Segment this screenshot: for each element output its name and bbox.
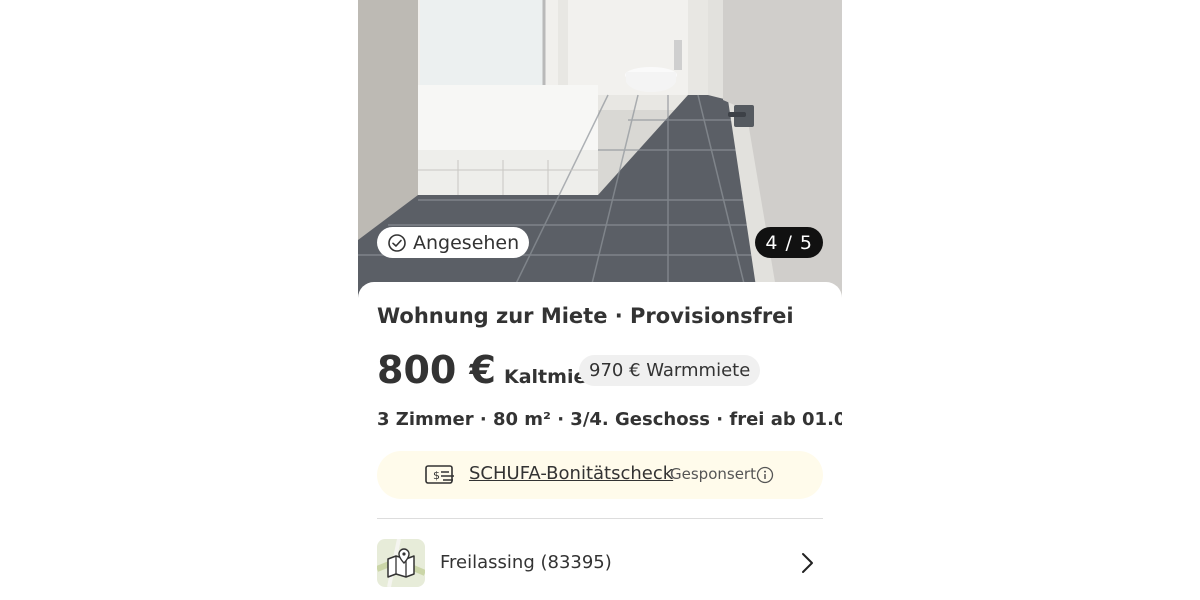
schufa-banner[interactable]: $ SCHUFA-Bonitätscheck Gesponsert: [377, 451, 823, 499]
location-name: Freilassing (83395): [440, 552, 612, 573]
price-row: 800 € Kaltmiete: [377, 348, 608, 392]
map-icon: [377, 539, 425, 587]
listing-details: Wohnung zur Miete · Provisionsfrei 800 €…: [358, 282, 842, 600]
listing-title[interactable]: Wohnung zur Miete · Provisionsfrei: [377, 304, 794, 328]
schufa-link[interactable]: SCHUFA-Bonitätscheck: [469, 463, 673, 484]
listing-photo[interactable]: Angesehen 4 / 5: [358, 0, 842, 300]
cold-rent-price: 800 €: [377, 348, 496, 392]
check-circle-icon: [387, 233, 407, 253]
location-row[interactable]: Freilassing (83395): [377, 539, 823, 587]
svg-text:$: $: [433, 469, 440, 482]
info-icon[interactable]: [756, 466, 774, 484]
divider: [377, 518, 823, 519]
sponsored-label: Gesponsert: [670, 465, 756, 483]
seen-badge: Angesehen: [377, 227, 530, 258]
seen-badge-label: Angesehen: [413, 231, 520, 254]
money-hand-icon: $: [424, 463, 456, 487]
listing-facts: 3 Zimmer · 80 m² · 3/4. Geschoss · frei …: [377, 409, 842, 430]
warm-rent-badge: 970 € Warmmiete: [579, 355, 761, 386]
listing-card[interactable]: Angesehen 4 / 5 Wohnung zur Miete · Prov…: [358, 0, 842, 600]
chevron-right-icon[interactable]: [799, 551, 815, 575]
image-counter: 4 / 5: [755, 227, 823, 258]
